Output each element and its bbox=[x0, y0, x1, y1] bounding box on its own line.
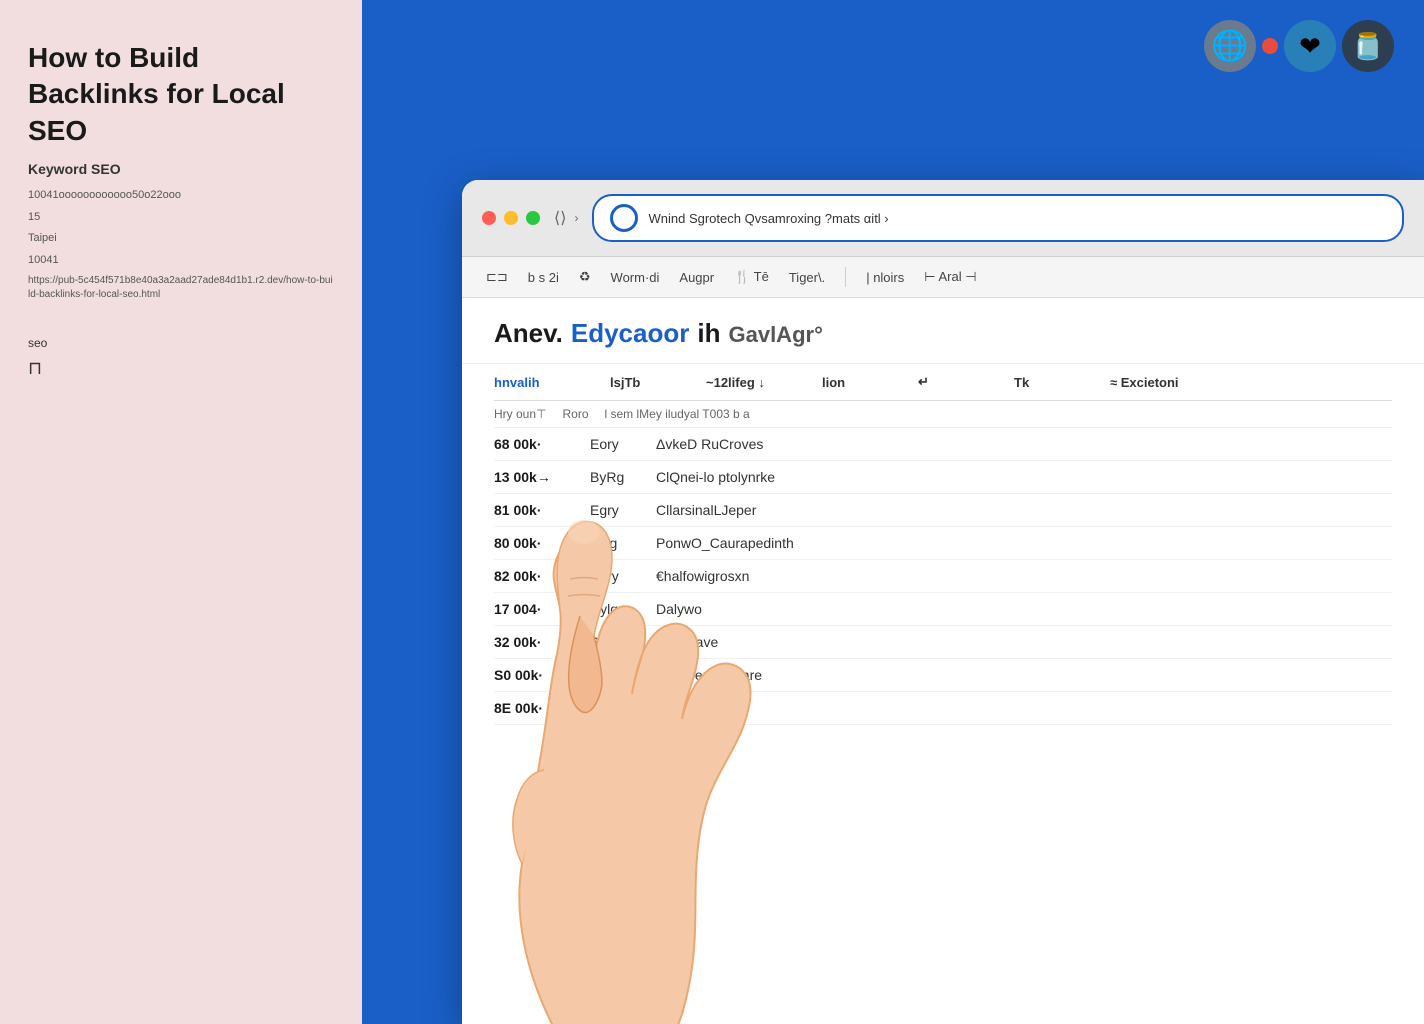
cell-num: 68 00k· bbox=[494, 436, 574, 452]
toolbar-item-augpr[interactable]: Augpr bbox=[679, 270, 714, 285]
table-row[interactable]: 80 00k· Bylg PonwO_Caurapedinth bbox=[494, 527, 1392, 560]
col-header-7[interactable]: ≈ Excietoni bbox=[1110, 375, 1310, 390]
cell-code: Egry bbox=[590, 502, 640, 518]
page-title-row: Anev. Edycaoor ih GavlAgr° bbox=[494, 318, 1392, 349]
col-header-1[interactable]: hnvalih bbox=[494, 375, 594, 390]
sidebar: How to Build Backlinks for Local SEO Key… bbox=[0, 0, 362, 1024]
deco-icon-3: 🫙 bbox=[1342, 20, 1394, 72]
col-header-5[interactable]: ↵ bbox=[918, 374, 998, 390]
sidebar-tag-icon: ⊓ bbox=[28, 358, 334, 379]
page-title-part2: Edycaoor bbox=[571, 318, 690, 349]
address-circle-icon bbox=[610, 204, 638, 232]
top-right-icons: 🌐 ❤ 🫙 bbox=[1204, 20, 1394, 72]
browser-toolbar: ⊏⊐ b s 2i ♻ Worm·di Augpr 🍴 Tē Tiger\. |… bbox=[462, 257, 1424, 298]
cell-num: 17 004· bbox=[494, 601, 574, 617]
nav-forward-button[interactable]: › bbox=[574, 211, 578, 225]
toolbar-item-tiger[interactable]: Tiger\. bbox=[789, 270, 825, 285]
deco-icon-1: 🌐 bbox=[1204, 20, 1256, 72]
table-row[interactable]: 13 00k→ ByRg ClQnei-lo ptolynrke bbox=[494, 461, 1392, 494]
sidebar-url[interactable]: https://pub-5c454f571b8e40a3a2aad27ade84… bbox=[28, 274, 334, 302]
data-table: hnvalih lsjTb ~12lifeg ↓ lion ↵ Tk ≈ Exc… bbox=[462, 364, 1424, 725]
cell-text: Dalywo bbox=[656, 601, 936, 617]
cell-num: 81 00k· bbox=[494, 502, 574, 518]
cell-code: Rylg bbox=[590, 601, 640, 617]
table-header-row: hnvalih lsjTb ~12lifeg ↓ lion ↵ Tk ≈ Exc… bbox=[494, 364, 1392, 401]
cell-num: 8E 00k· bbox=[494, 700, 574, 716]
page-header: Anev. Edycaoor ih GavlAgr° bbox=[462, 298, 1424, 364]
cell-text: Eowerave bbox=[656, 634, 936, 650]
cell-text: ClQnei-lo ptolynrke bbox=[656, 469, 936, 485]
table-row[interactable]: 81 00k· Egry CllarsinalLJeper bbox=[494, 494, 1392, 527]
cell-text: ΔvkeD RuCroves bbox=[656, 436, 936, 452]
col-header-3[interactable]: ~12lifeg ↓ bbox=[706, 375, 806, 390]
browser-content: Anev. Edycaoor ih GavlAgr° hnvalih lsjTb… bbox=[462, 298, 1424, 1024]
col-header-4[interactable]: lion bbox=[822, 375, 902, 390]
deco-red-dot bbox=[1262, 38, 1278, 54]
sub-header-2: Roro bbox=[562, 407, 588, 421]
cell-code: Bory bbox=[590, 634, 640, 650]
toolbar-item-worn[interactable]: Worm·di bbox=[611, 270, 660, 285]
sub-header-3: l sem lMey iludyal T003 b a bbox=[605, 407, 750, 421]
traffic-light-red[interactable] bbox=[482, 211, 496, 225]
cell-code: ByRg bbox=[590, 469, 640, 485]
toolbar-item-aral[interactable]: ⊢ Aral ⊣ bbox=[924, 269, 976, 285]
cell-code: Eory bbox=[590, 436, 640, 452]
table-row[interactable]: 68 00k· Eory ΔvkeD RuCroves bbox=[494, 428, 1392, 461]
nav-buttons: ⟨⟩ › bbox=[554, 208, 578, 228]
col-header-6[interactable]: Tk bbox=[1014, 375, 1094, 390]
col-header-2[interactable]: lsjTb bbox=[610, 375, 690, 390]
cell-num: 13 00k→ bbox=[494, 469, 574, 485]
sidebar-meta-3: Taipei bbox=[28, 230, 334, 248]
sidebar-title: How to Build Backlinks for Local SEO bbox=[28, 40, 334, 149]
sub-header-row: Hry oun⊤ Roro l sem lMey iludyal T003 b … bbox=[494, 401, 1392, 428]
cell-num: 82 00k· bbox=[494, 568, 574, 584]
toolbar-item-3[interactable]: ♻ bbox=[579, 269, 591, 285]
browser-chrome: ⟨⟩ › Wnind Sgrotech Qvsamroxing ?mats αi… bbox=[462, 180, 1424, 257]
page-title-part3: ih bbox=[697, 318, 720, 349]
cell-text: €halfowigrosxn bbox=[656, 568, 936, 584]
cell-text: CllarsinalLJeper bbox=[656, 502, 936, 518]
table-row[interactable]: 82 00k· Bury €halfowigrosxn bbox=[494, 560, 1392, 593]
cell-code: Nilly bbox=[590, 667, 640, 683]
cell-text: PonwO_Caurapedinth bbox=[656, 535, 936, 551]
traffic-light-yellow[interactable] bbox=[504, 211, 518, 225]
traffic-light-green[interactable] bbox=[526, 211, 540, 225]
table-row[interactable]: 8E 00k· bbox=[494, 692, 1392, 725]
cell-code: Bury bbox=[590, 568, 640, 584]
sidebar-subtitle: Keyword SEO bbox=[28, 161, 334, 177]
page-title-part1: Anev. bbox=[494, 318, 563, 349]
nav-back-button[interactable]: ⟨⟩ bbox=[554, 208, 566, 228]
main-area: 🌐 ❤ 🫙 ⟨⟩ › Wnind Sgrotech Qvsamroxing ?m… bbox=[362, 0, 1424, 1024]
cell-num: 80 00k· bbox=[494, 535, 574, 551]
cell-num: S0 00k· bbox=[494, 667, 574, 683]
sidebar-tag: seo bbox=[28, 336, 334, 350]
table-row[interactable]: 17 004· Rylg Dalywo bbox=[494, 593, 1392, 626]
address-bar[interactable]: Wnind Sgrotech Qvsamroxing ?mats αitl › bbox=[592, 194, 1404, 242]
sidebar-meta-4: 10041 bbox=[28, 252, 334, 270]
browser-window: ⟨⟩ › Wnind Sgrotech Qvsamroxing ?mats αi… bbox=[462, 180, 1424, 1024]
address-text: Wnind Sgrotech Qvsamroxing ?mats αitl › bbox=[648, 211, 1386, 226]
sidebar-meta-2: 15 bbox=[28, 209, 334, 227]
table-row[interactable]: S0 00k· Nilly OhrepemsTurare bbox=[494, 659, 1392, 692]
deco-icon-2: ❤ bbox=[1284, 20, 1336, 72]
sub-header-1: Hry oun⊤ bbox=[494, 407, 546, 421]
page-title-sub: GavlAgr° bbox=[728, 322, 822, 348]
cell-code: Bylg bbox=[590, 535, 640, 551]
toolbar-item-te[interactable]: 🍴 Tē bbox=[734, 269, 769, 285]
cell-text: OhrepemsTurare bbox=[656, 667, 936, 683]
sidebar-meta-1: 10041oooooooooooo50o22ooo bbox=[28, 187, 334, 205]
toolbar-divider bbox=[845, 267, 846, 287]
toolbar-item-2[interactable]: b s 2i bbox=[528, 270, 559, 285]
cell-num: 32 00k· bbox=[494, 634, 574, 650]
toolbar-item-1[interactable]: ⊏⊐ bbox=[486, 269, 508, 285]
traffic-lights bbox=[482, 211, 540, 225]
table-row[interactable]: 32 00k· Bory Eowerave bbox=[494, 626, 1392, 659]
toolbar-item-nloirs[interactable]: | nloirs bbox=[866, 270, 904, 285]
